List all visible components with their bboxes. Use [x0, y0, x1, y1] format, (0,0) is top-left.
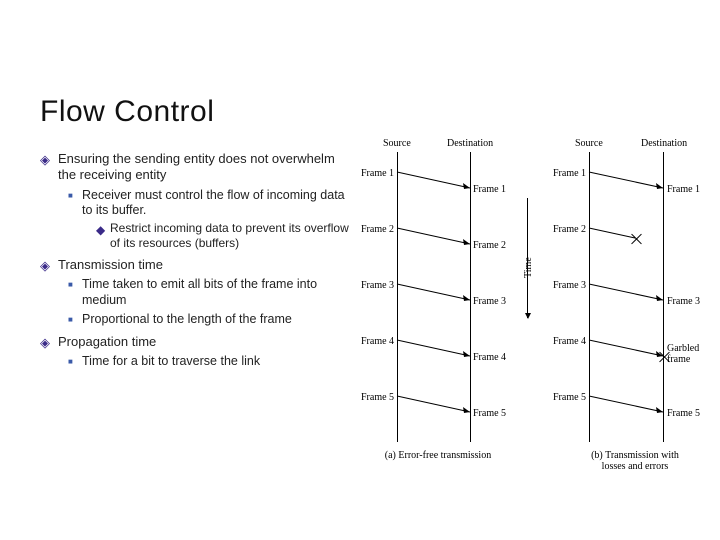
bullet-text: Proportional to the length of the frame	[82, 312, 355, 328]
caption-b: (b) Transmission with losses and errors	[575, 450, 695, 472]
frame-label: Frame 4	[473, 352, 506, 363]
label-destination-b: Destination	[641, 138, 687, 149]
frame-label: Frame 5	[667, 408, 700, 419]
frame-arrow	[589, 396, 663, 414]
bullet-list: ◈ Ensuring the sending entity does not o…	[40, 145, 355, 370]
garbled-frame-label: Garbled frame	[667, 344, 699, 365]
frame-label: Frame 1	[667, 184, 700, 195]
frame-label: Frame 1	[473, 184, 506, 195]
frame-label: Frame 3	[667, 296, 700, 307]
frame-label: Frame 3	[553, 280, 586, 291]
frame-arrow	[589, 340, 663, 358]
frame-label: Frame 5	[553, 392, 586, 403]
frame-label: Frame 4	[361, 336, 394, 347]
list-item: ■ Proportional to the length of the fram…	[68, 312, 355, 328]
bullet-text: Receiver must control the flow of incomi…	[82, 188, 355, 219]
frame-label: Frame 5	[473, 408, 506, 419]
slide-root: Flow Control ◈ Ensuring the sending enti…	[0, 0, 720, 540]
bullet-text: Transmission time	[58, 257, 355, 273]
list-item: ◈ Propagation time	[40, 334, 355, 350]
frame-arrow	[589, 172, 663, 190]
frame-label: Frame 1	[553, 168, 586, 179]
square-icon: ■	[68, 188, 82, 219]
frame-label: Frame 2	[361, 224, 394, 235]
bullet-text: Ensuring the sending entity does not ove…	[58, 151, 355, 184]
caption-a: (a) Error-free transmission	[373, 450, 503, 461]
frame-label: Frame 3	[473, 296, 506, 307]
frame-arrow	[397, 284, 470, 302]
list-item: ◈ Ensuring the sending entity does not o…	[40, 151, 355, 184]
bullet-text: Propagation time	[58, 334, 355, 350]
label-source-b: Source	[575, 138, 603, 149]
square-icon: ■	[68, 312, 82, 328]
label-destination-a: Destination	[447, 138, 493, 149]
cross-garbled-icon	[657, 350, 671, 364]
label-source-a: Source	[383, 138, 411, 149]
frame-arrow	[397, 228, 470, 246]
square-icon: ■	[68, 277, 82, 308]
frame-label: Frame 4	[553, 336, 586, 347]
bullet-text: Time taken to emit all bits of the frame…	[82, 277, 355, 308]
timeline-dest-a	[470, 152, 471, 442]
diamond-small-icon: ◆	[96, 221, 110, 251]
frame-label: Frame 1	[361, 168, 394, 179]
square-icon: ■	[68, 354, 82, 370]
transmission-diagram: Source Destination Source Destination Ti…	[365, 138, 713, 483]
frame-arrow	[397, 172, 470, 190]
arrowhead-down-icon	[525, 313, 531, 319]
list-item: ■ Receiver must control the flow of inco…	[68, 188, 355, 219]
diamond-icon: ◈	[40, 257, 58, 273]
timeline-dest-b	[663, 152, 664, 442]
list-item: ■ Time taken to emit all bits of the fra…	[68, 277, 355, 308]
bullet-text: Time for a bit to traverse the link	[82, 354, 355, 370]
frame-label: Frame 3	[361, 280, 394, 291]
bullet-text: Restrict incoming data to prevent its ov…	[110, 221, 355, 251]
diamond-icon: ◈	[40, 151, 58, 184]
slide-title: Flow Control	[40, 95, 214, 129]
list-item: ◈ Transmission time	[40, 257, 355, 273]
frame-arrow	[397, 396, 470, 414]
frame-arrow	[589, 284, 663, 302]
frame-label: Frame 2	[473, 240, 506, 251]
time-axis-label: Time	[523, 257, 534, 278]
list-item: ■ Time for a bit to traverse the link	[68, 354, 355, 370]
frame-arrow	[397, 340, 470, 358]
list-item: ◆ Restrict incoming data to prevent its …	[96, 221, 355, 251]
frame-label: Frame 2	[553, 224, 586, 235]
diamond-icon: ◈	[40, 334, 58, 350]
frame-label: Frame 5	[361, 392, 394, 403]
cross-lost-icon	[629, 232, 643, 246]
